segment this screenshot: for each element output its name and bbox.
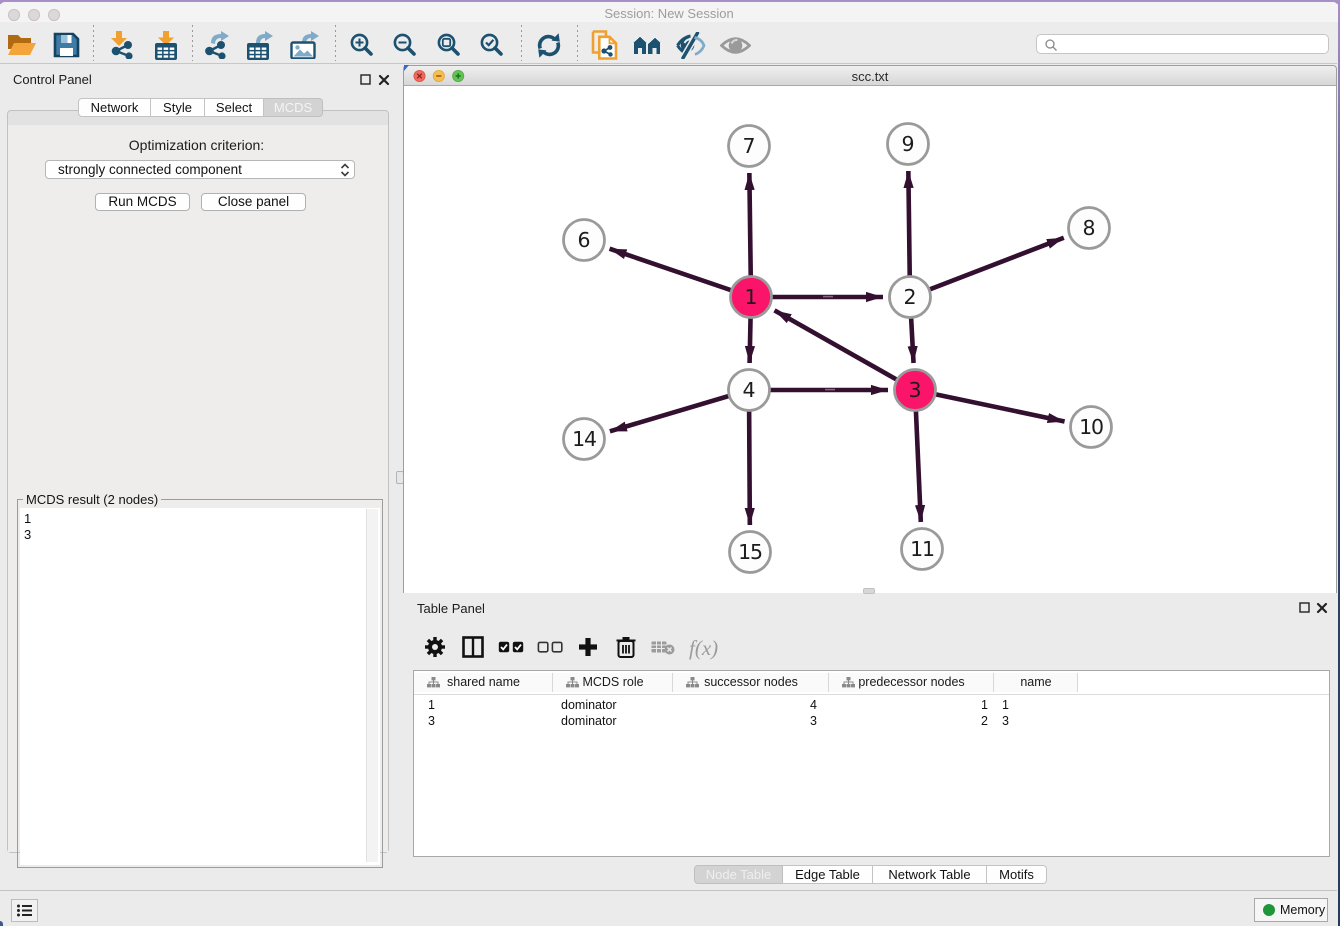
svg-text:3: 3	[908, 378, 921, 402]
svg-text:4: 4	[742, 378, 755, 402]
svg-text:14: 14	[572, 427, 596, 451]
svg-text:7: 7	[742, 134, 755, 158]
svg-text:15: 15	[738, 540, 762, 564]
svg-text:10: 10	[1079, 415, 1103, 439]
svg-text:8: 8	[1082, 216, 1095, 240]
svg-text:1: 1	[744, 285, 757, 309]
svg-text:9: 9	[901, 132, 914, 156]
svg-text:11: 11	[910, 537, 934, 561]
svg-text:2: 2	[903, 285, 916, 309]
svg-text:6: 6	[577, 228, 590, 252]
